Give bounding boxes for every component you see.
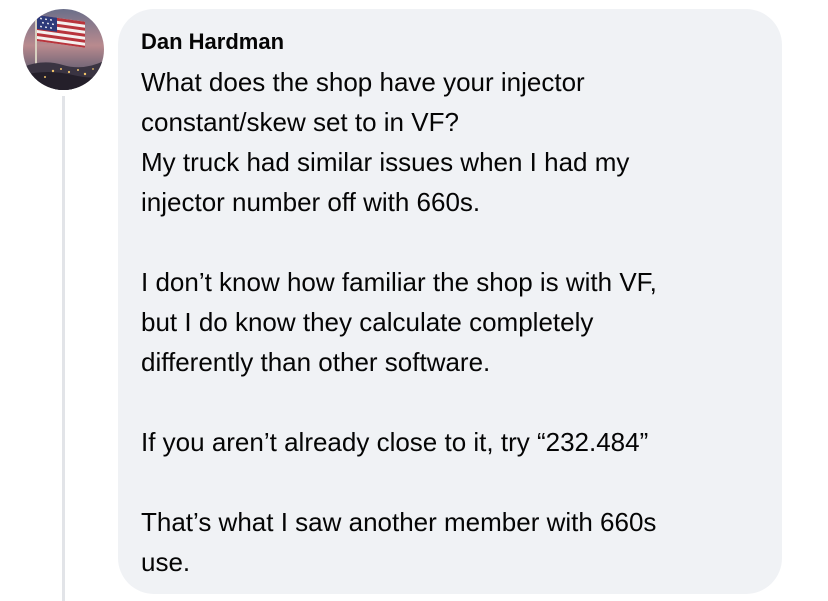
comment-line: What does the shop have your injector	[141, 67, 585, 97]
comment-line: I don’t know how familiar the shop is wi…	[141, 267, 657, 297]
comment-author-name[interactable]: Dan Hardman	[141, 29, 762, 55]
comment-paragraph: What does the shop have your injector co…	[141, 62, 762, 222]
comment-bubble: Dan Hardman What does the shop have your…	[118, 9, 782, 594]
comment-line: differently than other software.	[141, 347, 491, 377]
comment-paragraph: That’s what I saw another member with 66…	[141, 502, 762, 582]
avatar[interactable]	[23, 9, 104, 90]
comment-line: injector number off with 660s.	[141, 187, 481, 217]
comment-line: If you aren’t already close to it, try “…	[141, 427, 649, 457]
comment-body: What does the shop have your injector co…	[141, 62, 762, 582]
comment-line: use.	[141, 547, 191, 577]
comment-paragraph: If you aren’t already close to it, try “…	[141, 422, 762, 462]
comment-paragraph: I don’t know how familiar the shop is wi…	[141, 262, 762, 382]
comment-line: That’s what I saw another member with 66…	[141, 507, 657, 537]
thread-connector-line	[62, 96, 65, 601]
comment-line: constant/skew set to in VF?	[141, 107, 459, 137]
comment-line: but I do know they calculate completely	[141, 307, 594, 337]
comment-line: My truck had similar issues when I had m…	[141, 147, 630, 177]
american-flag-avatar-icon	[23, 9, 104, 90]
